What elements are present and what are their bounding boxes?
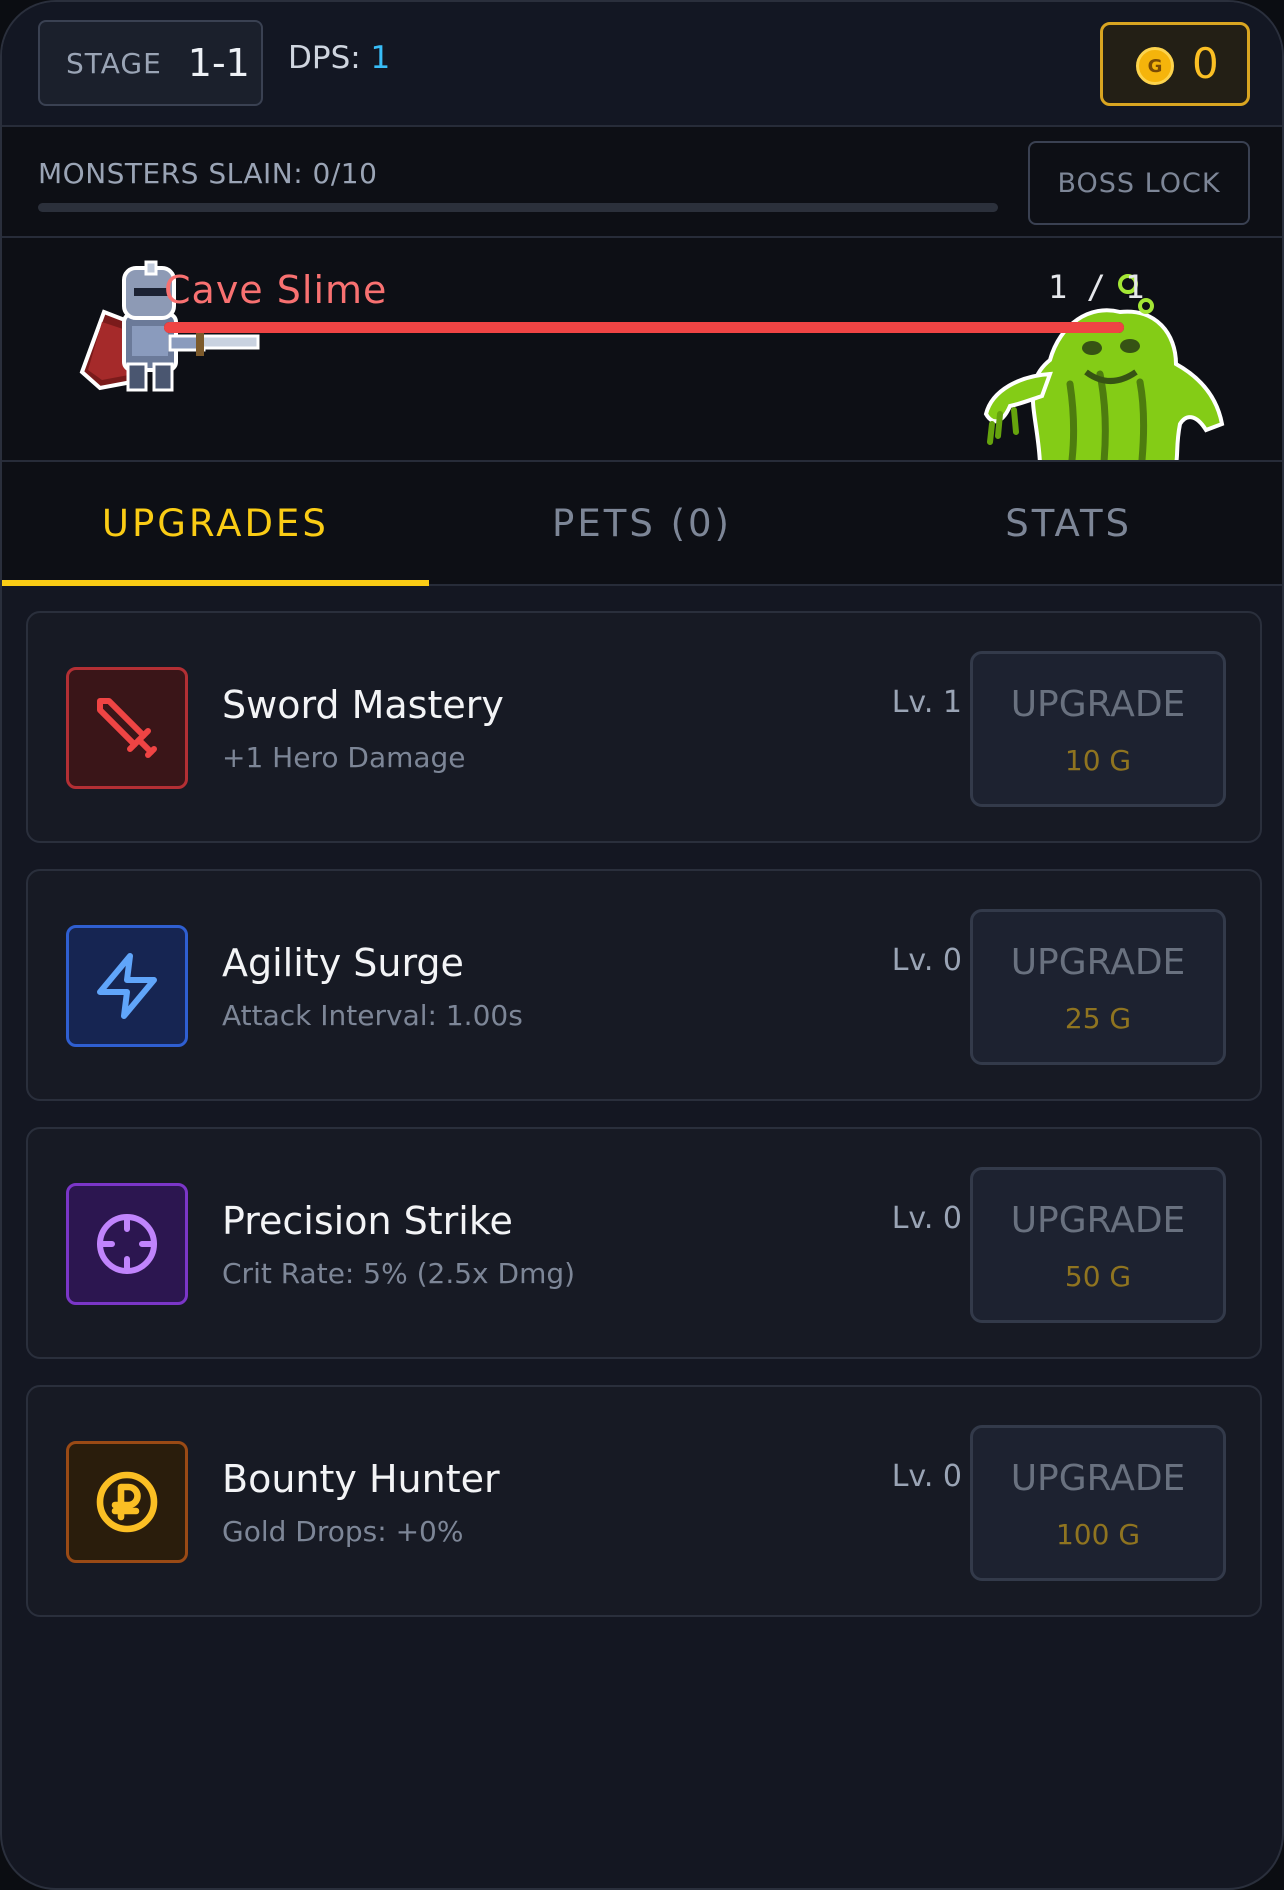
upgrade-level: Lv. 0 bbox=[891, 1459, 962, 1494]
upgrade-title: Bounty Hunter bbox=[222, 1457, 500, 1501]
enemy-hp-bar bbox=[164, 322, 1124, 333]
crosshair-icon bbox=[97, 1214, 157, 1274]
upgrade-button-label: UPGRADE bbox=[1010, 942, 1186, 983]
upgrade-button-label: UPGRADE bbox=[1010, 1200, 1186, 1241]
upgrade-button[interactable]: UPGRADE 25 G bbox=[970, 909, 1226, 1065]
stage-label: STAGE bbox=[66, 46, 162, 80]
upgrade-title: Sword Mastery bbox=[222, 683, 504, 727]
enemy-name: Cave Slime bbox=[164, 268, 388, 312]
tab-pets[interactable]: PETS (0) bbox=[429, 462, 856, 584]
tab-upgrades[interactable]: UPGRADES bbox=[2, 462, 429, 586]
upgrade-level: Lv. 1 bbox=[891, 685, 962, 720]
enemy-hp-fill bbox=[164, 322, 1124, 333]
enemy-hp-text: 1 / 1 bbox=[1048, 268, 1145, 306]
upgrade-card-agility-surge: Agility Surge Attack Interval: 1.00s Lv.… bbox=[26, 869, 1262, 1101]
stage-progress: MONSTERS SLAIN: 0/10 BOSS LOCK bbox=[2, 127, 1282, 238]
top-bar: STAGE 1-1 DPS: 1 G 0 bbox=[2, 2, 1282, 127]
gold-amount: 0 bbox=[1192, 39, 1219, 88]
upgrade-card-bounty-hunter: Bounty Hunter Gold Drops: +0% Lv. 0 UPGR… bbox=[26, 1385, 1262, 1617]
dps-display: DPS: 1 bbox=[288, 40, 390, 76]
battle-area: Cave Slime 1 / 1 bbox=[2, 238, 1282, 462]
upgrade-level: Lv. 0 bbox=[891, 1201, 962, 1236]
tab-bar: UPGRADES PETS (0) STATS bbox=[2, 462, 1282, 586]
monsters-slain-label: MONSTERS SLAIN: 0/10 bbox=[38, 157, 378, 190]
dps-label: DPS: bbox=[288, 40, 361, 76]
upgrade-cost: 10 G bbox=[1064, 744, 1132, 777]
lightning-icon bbox=[97, 953, 157, 1019]
tab-stats[interactable]: STATS bbox=[855, 462, 1282, 584]
monsters-slain-bar bbox=[38, 203, 998, 212]
upgrade-button[interactable]: UPGRADE 100 G bbox=[970, 1425, 1226, 1581]
upgrade-description: Attack Interval: 1.00s bbox=[222, 999, 523, 1032]
dps-value: 1 bbox=[370, 40, 391, 76]
gold-coin-icon: G bbox=[1136, 47, 1174, 85]
upgrade-button[interactable]: UPGRADE 50 G bbox=[970, 1167, 1226, 1323]
upgrade-button-label: UPGRADE bbox=[1010, 684, 1186, 725]
gold-counter: G 0 bbox=[1100, 22, 1250, 106]
coin-icon-box bbox=[66, 1441, 188, 1563]
upgrade-description: Gold Drops: +0% bbox=[222, 1515, 464, 1548]
upgrade-button-label: UPGRADE bbox=[1010, 1458, 1186, 1499]
upgrade-title: Precision Strike bbox=[222, 1199, 513, 1243]
boss-lock-button[interactable]: BOSS LOCK bbox=[1028, 141, 1250, 225]
sword-icon bbox=[97, 698, 157, 758]
upgrade-cost: 50 G bbox=[1064, 1260, 1132, 1293]
stage-value: 1-1 bbox=[187, 41, 250, 85]
upgrade-cost: 100 G bbox=[1055, 1518, 1141, 1551]
upgrade-title: Agility Surge bbox=[222, 941, 464, 985]
stage-indicator: STAGE 1-1 bbox=[38, 20, 263, 106]
upgrade-cost: 25 G bbox=[1064, 1002, 1132, 1035]
game-app: STAGE 1-1 DPS: 1 G 0 MONSTERS SLAIN: 0/1… bbox=[0, 0, 1284, 1890]
sword-icon-box bbox=[66, 667, 188, 789]
upgrade-list: Sword Mastery +1 Hero Damage Lv. 1 UPGRA… bbox=[26, 611, 1262, 1643]
lightning-icon-box bbox=[66, 925, 188, 1047]
upgrade-card-precision-strike: Precision Strike Crit Rate: 5% (2.5x Dmg… bbox=[26, 1127, 1262, 1359]
upgrade-level: Lv. 0 bbox=[891, 943, 962, 978]
crosshair-icon-box bbox=[66, 1183, 188, 1305]
upgrade-button[interactable]: UPGRADE 10 G bbox=[970, 651, 1226, 807]
upgrade-description: +1 Hero Damage bbox=[222, 741, 466, 774]
coin-icon bbox=[96, 1471, 158, 1533]
upgrade-card-sword-mastery: Sword Mastery +1 Hero Damage Lv. 1 UPGRA… bbox=[26, 611, 1262, 843]
upgrade-description: Crit Rate: 5% (2.5x Dmg) bbox=[222, 1257, 576, 1290]
